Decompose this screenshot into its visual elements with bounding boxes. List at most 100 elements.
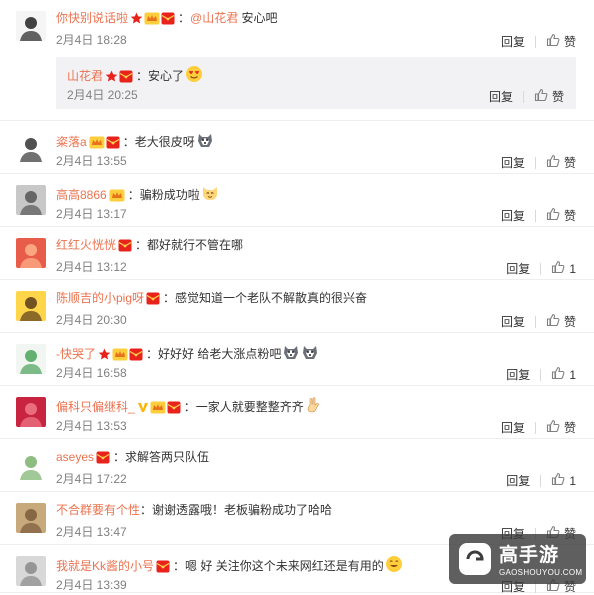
reply-button[interactable]: 回复 <box>501 315 525 329</box>
like-count: 赞 <box>563 155 576 170</box>
comment-item: 偏科只偏继科_ ：一家人就要整整齐齐 2月4日 13:53 回复 赞 <box>0 386 594 439</box>
red-packet-badge <box>156 560 171 575</box>
comment-time: 2月4日 13:39 <box>56 578 127 592</box>
comment-text: 安心吧 <box>238 11 278 25</box>
like-button[interactable]: 赞 <box>534 88 564 105</box>
reply-button[interactable]: 回复 <box>501 421 525 435</box>
like-count: 赞 <box>551 89 564 104</box>
comment-text: 谢谢透露哦！老板骗粉成功了哈哈 <box>152 503 333 517</box>
username-link[interactable]: 你快别说话啦 <box>56 11 128 25</box>
comment-time: 2月4日 13:17 <box>56 207 127 221</box>
red-packet-badge <box>129 348 144 363</box>
username-link[interactable]: 红红火恍恍 <box>56 238 116 252</box>
victory-hand-emoji <box>305 396 323 418</box>
thumbs-up-icon <box>546 207 564 224</box>
thumbs-up-icon <box>546 313 564 330</box>
star-badge <box>98 348 112 363</box>
like-button[interactable]: 1 <box>551 472 576 489</box>
username-link[interactable]: 山花君 <box>67 69 103 83</box>
username-link[interactable]: 偏科只偏继科_ <box>56 400 135 414</box>
like-button[interactable]: 赞 <box>546 33 576 50</box>
comment-text: 都好就行不管在哪 <box>147 238 244 252</box>
like-count: 赞 <box>563 34 576 49</box>
thumbs-up-icon <box>546 33 564 50</box>
user-badges <box>105 70 134 86</box>
like-count: 赞 <box>563 314 576 329</box>
action-divider <box>534 421 536 434</box>
like-button[interactable]: 赞 <box>546 419 576 436</box>
reply-button[interactable]: 回复 <box>506 474 530 488</box>
comment-text: 好好好 给老大涨点粉吧 <box>158 347 282 361</box>
colon: ： <box>140 503 153 517</box>
user-avatar[interactable] <box>16 344 46 374</box>
comment-text: 一家人就要整整齐齐 <box>195 400 304 414</box>
reply-actions: 回复 赞 <box>489 88 564 105</box>
comment-text-line: 红红火恍恍 ：都好就行不管在哪 <box>56 237 243 255</box>
action-divider <box>534 209 536 222</box>
vip-crown-badge <box>89 136 106 151</box>
user-avatar[interactable] <box>16 291 46 321</box>
like-button[interactable]: 1 <box>551 260 576 277</box>
user-badges <box>98 348 144 364</box>
colon: ： <box>178 11 191 25</box>
comment-actions: 回复 赞 <box>501 154 576 171</box>
thumbs-up-icon <box>546 419 564 436</box>
colon: ： <box>113 450 126 464</box>
reply-button[interactable]: 回复 <box>501 209 525 223</box>
username-link[interactable]: 不合群要有个性 <box>56 503 140 517</box>
reply-time: 2月4日 20:25 <box>67 88 138 102</box>
comment-actions: 回复 赞 <box>501 313 576 330</box>
username-link[interactable]: 陈顺吉的小pig呀 <box>56 291 144 305</box>
like-count: 1 <box>569 367 576 382</box>
reply-button[interactable]: 回复 <box>506 368 530 382</box>
comment-time: 2月4日 13:12 <box>56 260 127 274</box>
comment-time: 2月4日 13:53 <box>56 419 127 433</box>
like-button[interactable]: 1 <box>551 366 576 383</box>
action-divider <box>540 474 542 487</box>
like-button[interactable]: 赞 <box>546 313 576 330</box>
user-avatar[interactable] <box>16 11 46 41</box>
comment-item: 粢落a ：老大很皮呀 2月4日 13:55 回复 赞 <box>0 121 594 174</box>
user-avatar[interactable] <box>16 503 46 533</box>
user-avatar[interactable] <box>16 556 46 586</box>
username-link[interactable]: aseyes <box>56 450 94 464</box>
star-badge <box>105 70 119 85</box>
comment-time: 2月4日 16:58 <box>56 366 127 380</box>
reply-button[interactable]: 回复 <box>501 156 525 170</box>
watermark-logo: 高手游 GAOSHOUYOU.COM <box>449 534 586 584</box>
comment-time: 2月4日 13:55 <box>56 154 127 168</box>
red-packet-badge <box>167 401 182 416</box>
colon: ： <box>146 347 159 361</box>
reply-button[interactable]: 回复 <box>489 90 513 104</box>
reply-button[interactable]: 回复 <box>506 262 530 276</box>
colon: ： <box>122 135 135 149</box>
comment-actions: 回复 赞 <box>501 419 576 436</box>
watermark-title: 高手游 <box>499 545 560 566</box>
gaoshouyou-logo-icon <box>457 541 493 580</box>
user-avatar[interactable] <box>16 238 46 268</box>
like-count: 赞 <box>563 208 576 223</box>
star-badge <box>130 12 144 27</box>
user-badges <box>146 292 161 308</box>
mention-link[interactable]: @山花君 <box>190 11 238 25</box>
user-avatar[interactable] <box>16 397 46 427</box>
comment-text-line: 不合群要有个性：谢谢透露哦！老板骗粉成功了哈哈 <box>56 502 332 518</box>
comment-text: 骗粉成功啦 <box>139 188 200 202</box>
like-count: 赞 <box>563 420 576 435</box>
user-avatar[interactable] <box>16 185 46 215</box>
colon: ： <box>135 238 148 252</box>
like-button[interactable]: 赞 <box>546 154 576 171</box>
vip-crown-badge <box>144 12 161 27</box>
action-divider <box>534 35 536 48</box>
user-avatar[interactable] <box>16 450 46 480</box>
reply-button[interactable]: 回复 <box>501 35 525 49</box>
username-link[interactable]: 高高8866 <box>56 188 107 202</box>
comment-actions: 回复 赞 <box>501 33 576 50</box>
username-link[interactable]: -快哭了 <box>56 347 96 361</box>
thumbs-up-icon <box>551 260 569 277</box>
user-avatar[interactable] <box>16 132 46 162</box>
like-button[interactable]: 赞 <box>546 207 576 224</box>
username-link[interactable]: 我就是Kk酱的小号 <box>56 559 154 573</box>
username-link[interactable]: 粢落a <box>56 135 87 149</box>
thumbs-up-icon <box>534 88 552 105</box>
